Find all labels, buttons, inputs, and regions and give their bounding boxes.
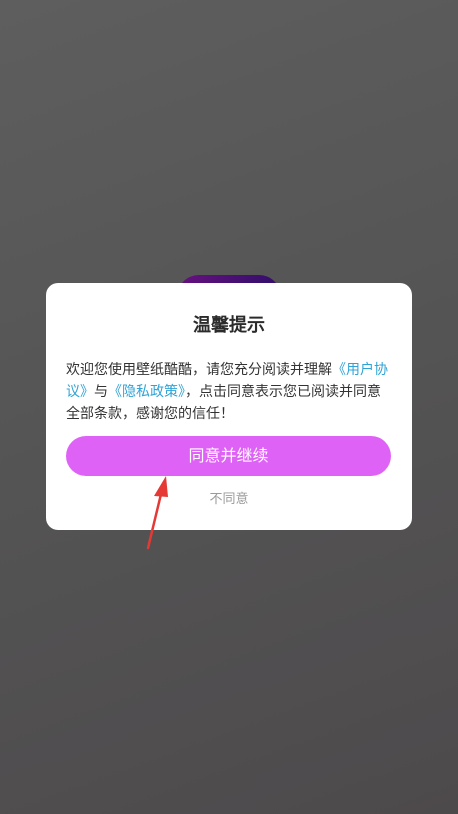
dialog-message: 欢迎您使用壁纸酷酷，请您充分阅读并理解《用户协议》与《隐私政策》，点击同意表示您… [66,359,394,425]
privacy-policy-link[interactable]: 《隐私政策》 [108,384,185,400]
message-conjunction: 与 [94,384,108,400]
disagree-button[interactable]: 不同意 [46,491,412,509]
dialog-title: 温馨提示 [193,315,265,336]
message-prefix: 欢迎您使用壁纸酷酷，请您充分阅读并理解 [66,362,332,378]
agree-continue-button[interactable]: 同意并继续 [66,436,391,476]
privacy-dialog: 温馨提示 欢迎您使用壁纸酷酷，请您充分阅读并理解《用户协议》与《隐私政策》，点击… [46,283,412,530]
